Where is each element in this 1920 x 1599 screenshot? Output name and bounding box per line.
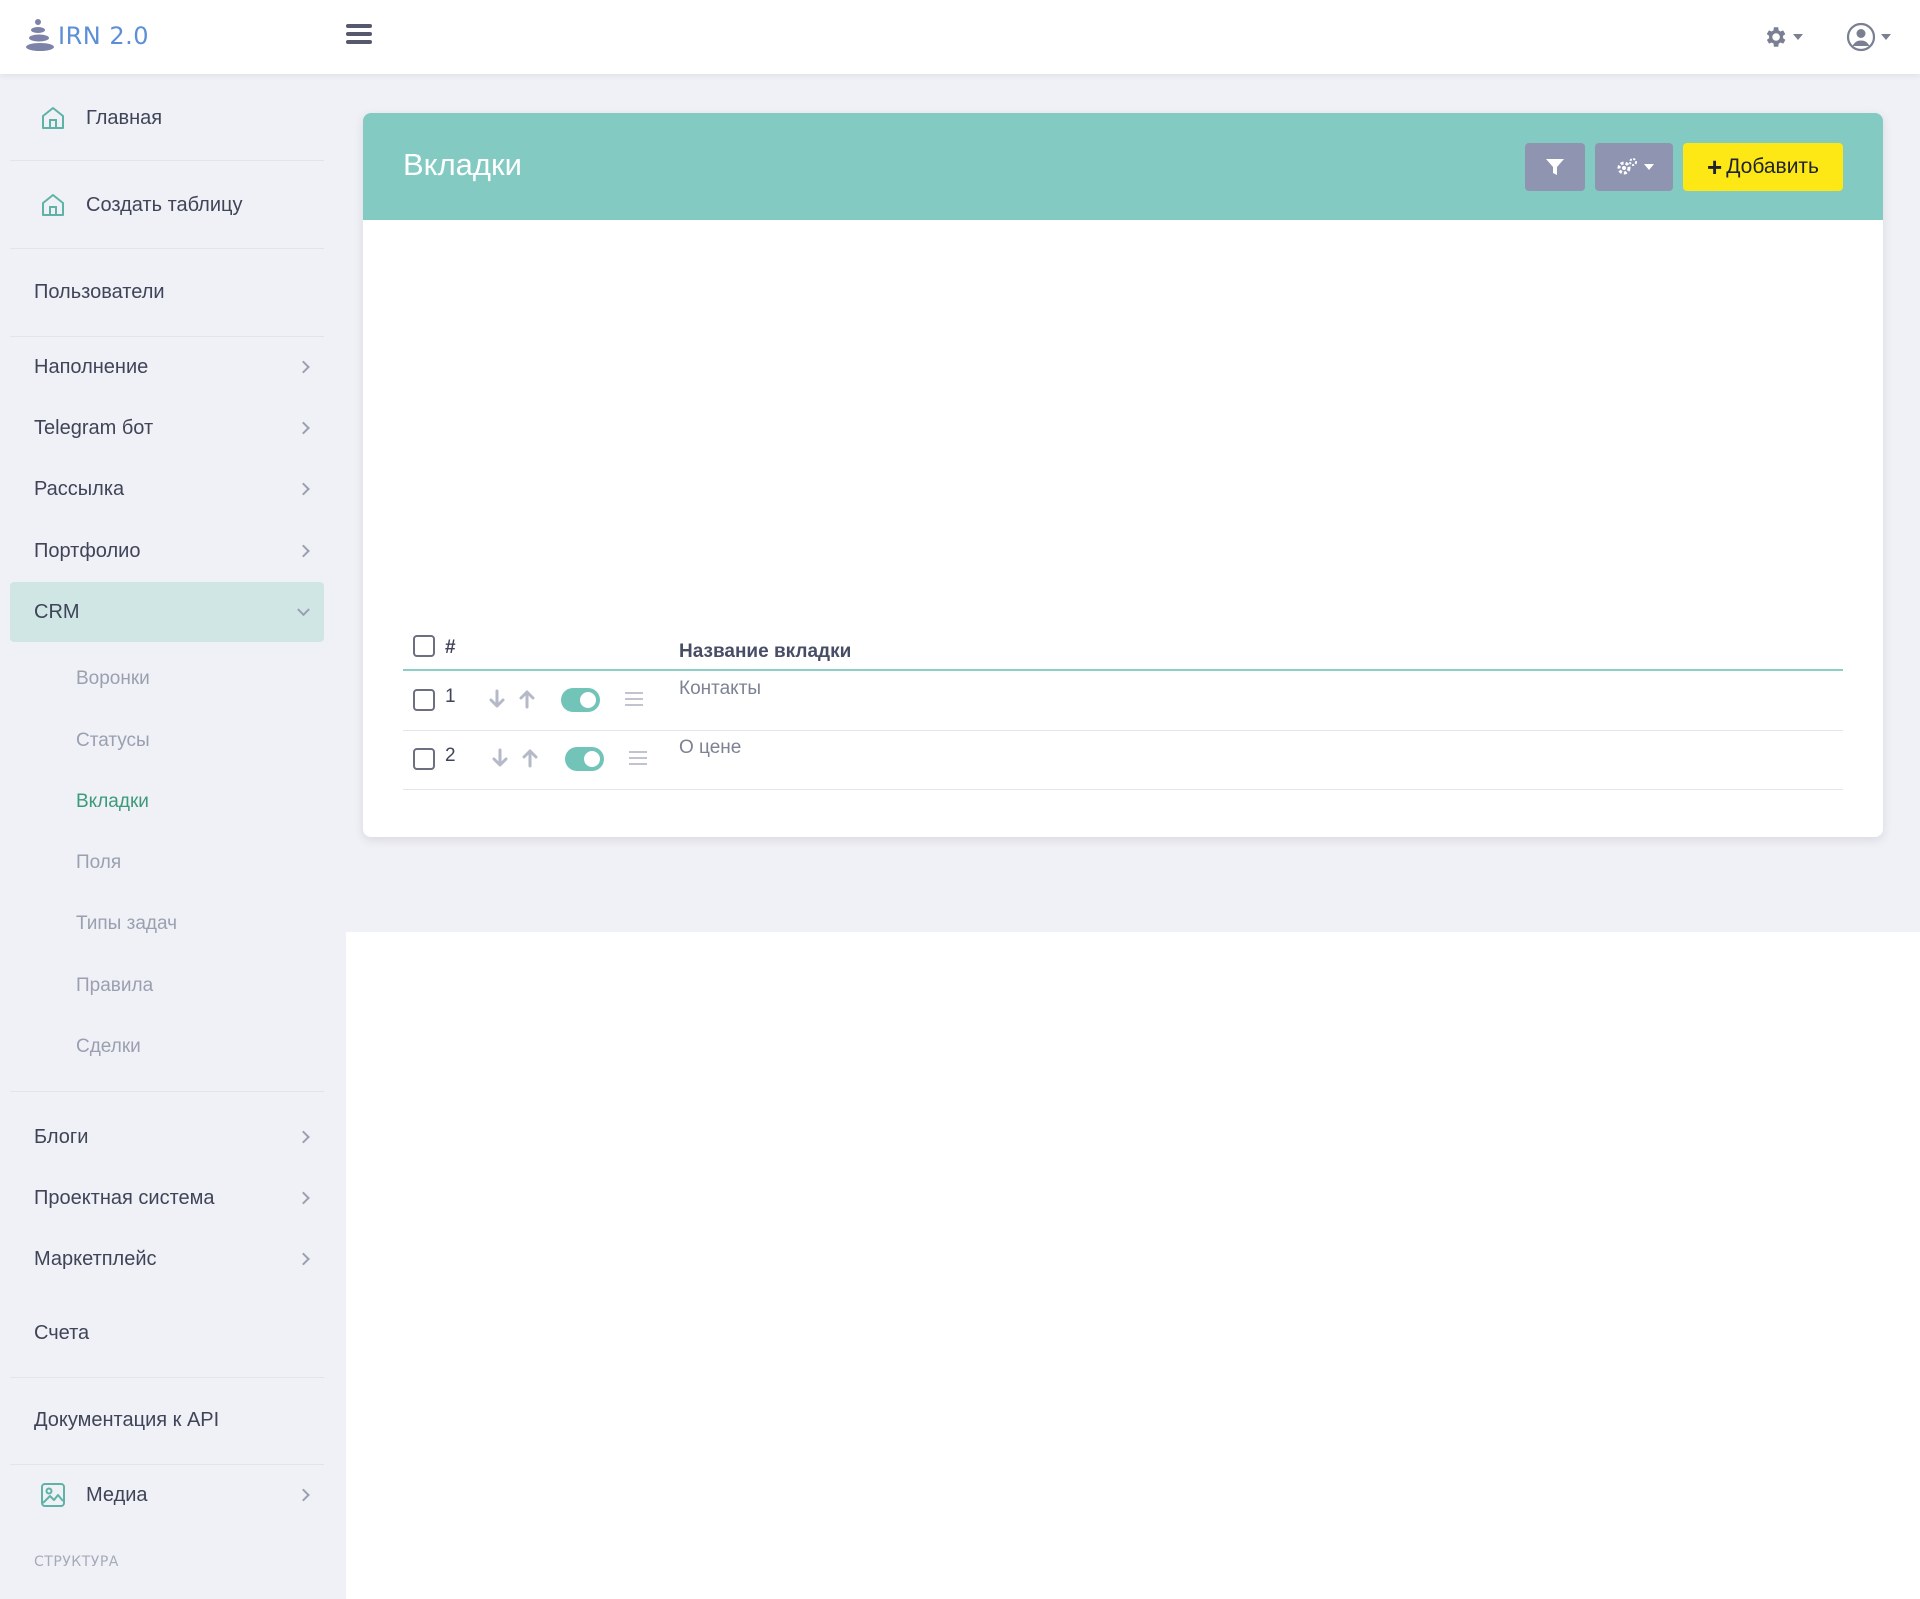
sidebar-item-label: Telegram бот bbox=[34, 416, 154, 439]
sidebar-item-telegram-bot[interactable]: Telegram бот bbox=[10, 398, 324, 458]
sidebar-item-crm[interactable]: CRM bbox=[10, 582, 324, 642]
chevron-right-icon bbox=[297, 482, 310, 496]
arrow-down-icon[interactable] bbox=[488, 688, 506, 710]
page-title: Вкладки bbox=[403, 147, 522, 182]
arrow-up-icon[interactable] bbox=[521, 747, 539, 769]
row-number: 1 bbox=[445, 686, 456, 707]
sidebar-divider bbox=[10, 160, 324, 161]
sidebar-item-label: Счета bbox=[34, 1321, 90, 1344]
row-number: 2 bbox=[445, 745, 456, 766]
sidebar-item-users[interactable]: Пользователи bbox=[10, 262, 324, 322]
sidebar-subitem-deals[interactable]: Сделки bbox=[76, 1027, 141, 1067]
tabs-card: Вкладки + Добавить # Название вкладки 1 bbox=[363, 113, 1883, 837]
sidebar-item-label: Маркетплейс bbox=[34, 1247, 157, 1270]
plus-icon: + bbox=[1707, 152, 1723, 182]
sidebar-item-label: Рассылка bbox=[34, 477, 125, 500]
chevron-right-icon bbox=[297, 421, 310, 435]
sidebar-item-invoices[interactable]: Счета bbox=[10, 1303, 324, 1363]
card-header: Вкладки + Добавить bbox=[363, 113, 1883, 220]
sidebar-item-label: Документация к API bbox=[34, 1408, 220, 1431]
sidebar-subitem-funnels[interactable]: Воронки bbox=[76, 659, 150, 699]
sidebar-item-media[interactable]: Медиа bbox=[10, 1465, 324, 1525]
chevron-right-icon bbox=[297, 544, 310, 558]
sidebar-item-project-system[interactable]: Проектная система bbox=[10, 1168, 324, 1228]
sidebar-item-api-docs[interactable]: Документация к API bbox=[10, 1390, 324, 1450]
chevron-right-icon bbox=[297, 1191, 310, 1205]
settings-dropdown[interactable] bbox=[1762, 22, 1808, 52]
chevron-down-icon bbox=[1793, 34, 1803, 40]
row-title: Контакты bbox=[679, 678, 762, 699]
logo[interactable]: IRN 2.0 bbox=[24, 16, 149, 56]
drag-handle-icon[interactable] bbox=[629, 751, 647, 767]
active-toggle[interactable] bbox=[561, 688, 600, 712]
sidebar-divider bbox=[10, 248, 324, 249]
arrow-up-icon[interactable] bbox=[518, 688, 536, 710]
gears-icon bbox=[1617, 158, 1637, 175]
sidebar-subitem-fields[interactable]: Поля bbox=[76, 843, 121, 883]
gear-icon bbox=[1766, 27, 1786, 47]
sidebar-subitem-task-types[interactable]: Типы задач bbox=[76, 904, 177, 944]
sidebar-item-create-table[interactable]: Создать таблицу bbox=[10, 175, 324, 235]
sidebar-item-content[interactable]: Наполнение bbox=[10, 337, 324, 397]
add-button-label: Добавить bbox=[1726, 155, 1819, 178]
home-icon bbox=[42, 194, 64, 216]
sidebar-subitem-tabs[interactable]: Вкладки bbox=[76, 782, 149, 822]
chevron-right-icon bbox=[297, 1488, 310, 1502]
sidebar-item-label: Наполнение bbox=[34, 355, 149, 378]
column-header-number: # bbox=[445, 637, 456, 658]
top-bar: IRN 2.0 bbox=[0, 0, 1920, 74]
sidebar-item-label: Медиа bbox=[86, 1483, 148, 1506]
chevron-down-icon bbox=[1643, 164, 1654, 170]
row-title: О цене bbox=[679, 737, 742, 758]
chevron-down-icon bbox=[297, 603, 310, 617]
settings-actions-button[interactable] bbox=[1595, 143, 1673, 191]
chevron-right-icon bbox=[297, 1130, 310, 1144]
row-checkbox[interactable] bbox=[413, 748, 435, 770]
chevron-right-icon bbox=[297, 1252, 310, 1266]
add-button[interactable]: + Добавить bbox=[1683, 143, 1843, 191]
table-row: 1 Контакты bbox=[403, 672, 1843, 731]
sidebar-item-label: Пользователи bbox=[34, 280, 165, 303]
table-row: 2 О цене bbox=[403, 731, 1843, 790]
active-toggle[interactable] bbox=[565, 747, 604, 771]
sidebar-divider bbox=[10, 1091, 324, 1092]
sidebar-subitem-statuses[interactable]: Статусы bbox=[76, 721, 150, 761]
sidebar-item-label: CRM bbox=[34, 600, 80, 623]
image-icon bbox=[41, 1483, 65, 1507]
user-circle-icon bbox=[1846, 22, 1876, 52]
sidebar-item-label: Портфолио bbox=[34, 539, 141, 562]
sidebar-section-label: СТРУКТУРА bbox=[34, 1554, 119, 1570]
sidebar-item-portfolio[interactable]: Портфолио bbox=[10, 521, 324, 581]
sidebar-item-label: Главная bbox=[86, 106, 163, 129]
chevron-down-icon bbox=[1881, 34, 1891, 40]
menu-toggle-button[interactable] bbox=[346, 24, 372, 48]
column-header-title: Название вкладки bbox=[679, 641, 852, 662]
sidebar-item-blogs[interactable]: Блоги bbox=[10, 1107, 324, 1167]
hamburger-icon bbox=[346, 24, 372, 28]
sidebar-item-home[interactable]: Главная bbox=[10, 88, 324, 148]
filter-icon bbox=[1546, 159, 1564, 175]
home-icon bbox=[42, 107, 64, 129]
drag-handle-icon[interactable] bbox=[625, 692, 643, 708]
sidebar-item-marketplace[interactable]: Маркетплейс bbox=[10, 1229, 324, 1289]
sidebar-subitem-rules[interactable]: Правила bbox=[76, 966, 153, 1006]
logo-text: IRN 2.0 bbox=[58, 22, 150, 50]
sidebar-item-mailing[interactable]: Рассылка bbox=[10, 459, 324, 519]
table-header: # Название вкладки bbox=[403, 629, 1843, 671]
user-menu-dropdown[interactable] bbox=[1846, 20, 1892, 54]
row-checkbox[interactable] bbox=[413, 689, 435, 711]
arrow-down-icon[interactable] bbox=[491, 747, 509, 769]
filter-button[interactable] bbox=[1525, 143, 1585, 191]
logo-stones-icon bbox=[24, 18, 56, 54]
sidebar-item-label: Создать таблицу bbox=[86, 193, 243, 216]
sidebar-item-label: Блоги bbox=[34, 1125, 89, 1148]
sidebar-divider bbox=[10, 1377, 324, 1378]
select-all-checkbox[interactable] bbox=[413, 635, 435, 657]
sidebar-item-label: Проектная система bbox=[34, 1186, 215, 1209]
chevron-right-icon bbox=[297, 360, 310, 374]
